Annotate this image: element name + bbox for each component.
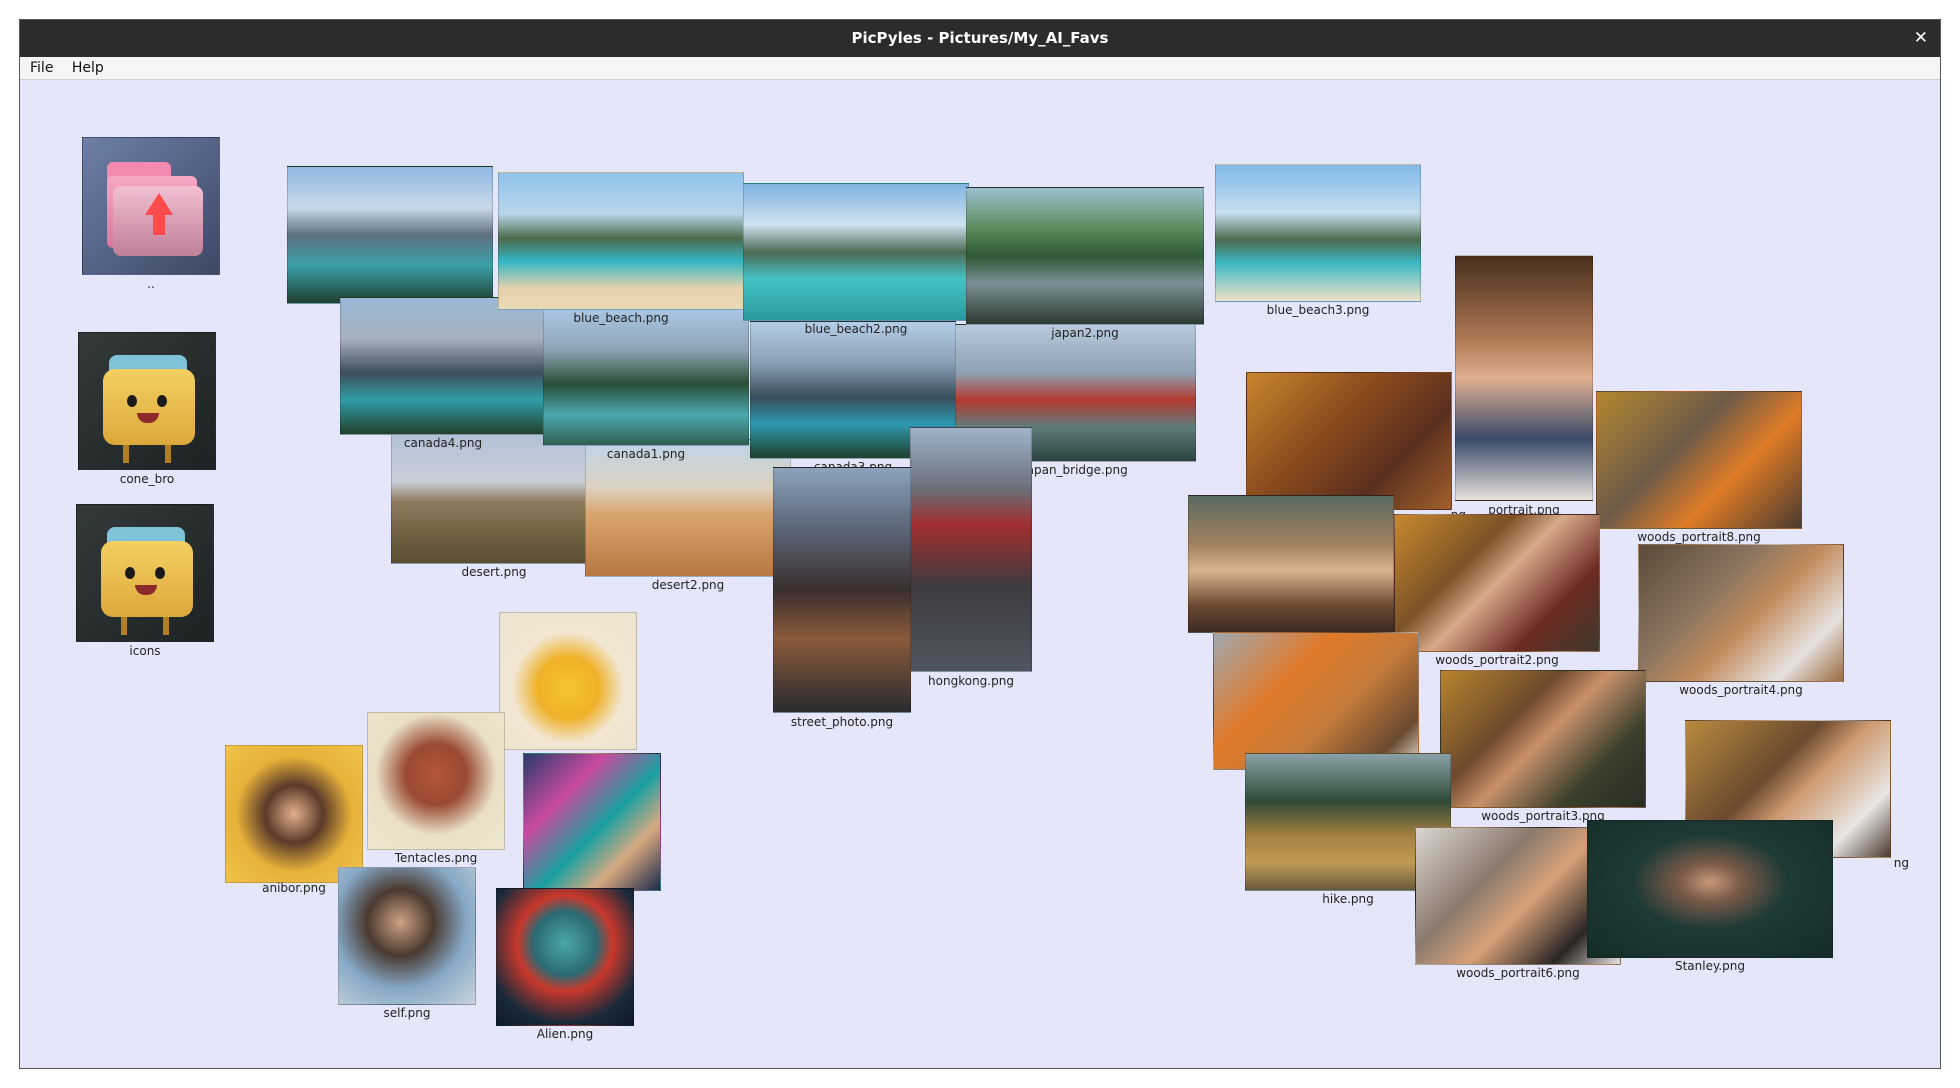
folder-cone-bro[interactable]: cone_bro bbox=[78, 332, 216, 486]
image-canada2[interactable]: canada2.png bbox=[287, 166, 493, 319]
image-thumbnail bbox=[910, 427, 1032, 672]
window-title: PicPyles - Pictures/My_AI_Favs bbox=[851, 29, 1109, 47]
image-thumbnail bbox=[1246, 372, 1452, 510]
pile-canvas[interactable]: .. cone_bro icons desert.png desert2.png… bbox=[20, 80, 1940, 1068]
image-label: street_photo.png bbox=[790, 715, 894, 729]
image-blue-beach3[interactable]: blue_beach3.png bbox=[1215, 164, 1421, 317]
image-woods-portrait4[interactable]: woods_portrait4.png bbox=[1638, 544, 1844, 697]
close-button[interactable]: ✕ bbox=[1914, 20, 1928, 57]
folder-icon bbox=[78, 332, 216, 470]
image-thumbnail bbox=[1455, 255, 1593, 501]
image-label-partial: ng bbox=[1893, 856, 1909, 870]
image-thumbnail bbox=[743, 183, 969, 321]
folder-icon bbox=[76, 504, 214, 642]
image-street-photo[interactable]: street_photo.png bbox=[773, 467, 911, 729]
image-thumbnail bbox=[338, 867, 476, 1005]
app-window: PicPyles - Pictures/My_AI_Favs ✕ File He… bbox=[19, 19, 1941, 1069]
image-thumbnail bbox=[1596, 391, 1802, 529]
image-thumbnail bbox=[1587, 820, 1833, 958]
image-label: woods_portrait4.png bbox=[1679, 683, 1803, 697]
image-self[interactable]: self.png bbox=[338, 867, 476, 1020]
image-thumbnail bbox=[287, 166, 493, 304]
image-blue-beach2[interactable]: blue_beach2.png bbox=[743, 183, 969, 336]
image-portrait[interactable]: portrait.png bbox=[1455, 255, 1593, 517]
image-thumbnail bbox=[1213, 632, 1419, 770]
folder-up-icon bbox=[82, 137, 220, 275]
image-hongkong[interactable]: hongkong.png bbox=[910, 427, 1032, 688]
image-thumbnail bbox=[1638, 544, 1844, 682]
image-label: Stanley.png bbox=[1674, 959, 1746, 973]
image-thumbnail bbox=[523, 753, 661, 891]
image-thumbnail bbox=[773, 467, 911, 713]
image-woods-portrait1[interactable]: ng bbox=[1246, 372, 1466, 522]
image-thumbnail bbox=[1215, 164, 1421, 302]
image-label: Tentacles.png bbox=[394, 851, 478, 865]
folder-icons[interactable]: icons bbox=[76, 504, 214, 658]
folder-label: icons bbox=[129, 644, 161, 658]
menu-help[interactable]: Help bbox=[65, 57, 111, 79]
folder-label: cone_bro bbox=[119, 472, 175, 486]
image-alien[interactable]: Alien.png bbox=[496, 888, 634, 1041]
image-thumbnail bbox=[1394, 514, 1600, 652]
image-thumbnail bbox=[1188, 495, 1394, 633]
image-label: Alien.png bbox=[536, 1027, 594, 1041]
image-thumbnail bbox=[496, 888, 634, 1026]
image-thumbnail bbox=[225, 745, 363, 883]
image-label: japan2.png bbox=[1051, 326, 1119, 340]
image-woods-portrait3[interactable]: woods_portrait3.png bbox=[1440, 670, 1646, 823]
title-bar[interactable]: PicPyles - Pictures/My_AI_Favs ✕ bbox=[20, 20, 1940, 57]
folder-label: .. bbox=[147, 277, 155, 291]
image-blue-beach[interactable]: blue_beach.png bbox=[498, 172, 744, 325]
image-family1[interactable]: family1.png bbox=[1188, 495, 1394, 645]
menu-bar: File Help bbox=[20, 57, 1940, 80]
image-duck[interactable] bbox=[499, 612, 637, 750]
folder-parent[interactable]: .. bbox=[82, 137, 220, 291]
image-woods-portrait7[interactable] bbox=[1213, 632, 1419, 770]
image-label: woods_portrait8.png bbox=[1637, 530, 1761, 544]
image-thumbnail bbox=[1440, 670, 1646, 808]
menu-file[interactable]: File bbox=[23, 57, 60, 79]
image-anibor[interactable]: anibor.png bbox=[225, 745, 363, 895]
image-label: self.png bbox=[383, 1006, 431, 1020]
image-label: canada1.png bbox=[606, 447, 686, 461]
image-stanley[interactable]: Stanley.png bbox=[1587, 820, 1833, 973]
image-tentacles[interactable]: Tentacles.png bbox=[367, 712, 505, 865]
image-label: blue_beach3.png bbox=[1266, 303, 1370, 317]
image-japan2[interactable]: japan2.png bbox=[966, 187, 1204, 340]
image-thumbnail bbox=[966, 187, 1204, 325]
image-thumbnail bbox=[498, 172, 744, 310]
image-woods-portrait2[interactable]: woods_portrait2.png bbox=[1394, 514, 1600, 667]
image-thumbnail bbox=[499, 612, 637, 750]
image-woods-portrait8[interactable]: woods_portrait8.png bbox=[1596, 391, 1802, 544]
image-thumbnail bbox=[367, 712, 505, 850]
image-cyber-boy[interactable] bbox=[523, 753, 661, 891]
